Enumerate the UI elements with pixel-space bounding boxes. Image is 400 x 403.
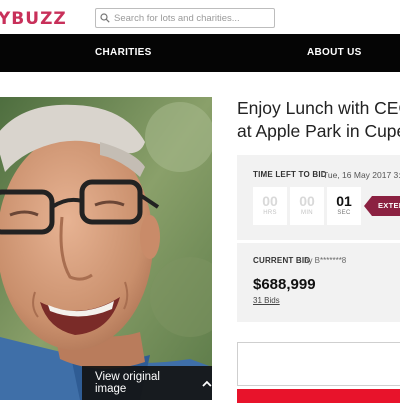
- lot-title-line: Enjoy Lunch with CEO: [237, 98, 400, 118]
- lot-title-line: at Apple Park in Cupe: [237, 121, 400, 141]
- countdown-minutes: 00 MIN: [290, 187, 324, 225]
- view-original-label: View original image: [95, 371, 160, 395]
- countdown-seconds-value: 01: [336, 193, 352, 209]
- main-nav: CHARITIES ABOUT US: [0, 34, 400, 72]
- countdown-seconds-unit: SEC: [337, 210, 351, 216]
- time-left-label: TIME LEFT TO BID: [253, 170, 327, 179]
- current-bid-label: CURRENT BID: [253, 256, 311, 265]
- panel-divider: [237, 240, 400, 243]
- countdown-hours-value: 00: [262, 193, 278, 209]
- nav-item-charities[interactable]: CHARITIES: [95, 47, 152, 58]
- search-box[interactable]: [95, 8, 275, 28]
- lot-title: Enjoy Lunch with CEO at Apple Park in Cu…: [237, 97, 400, 143]
- bid-count-link[interactable]: 31 Bids: [253, 296, 280, 305]
- portrait-image: [0, 97, 212, 400]
- countdown-hours: 00 HRS: [253, 187, 287, 225]
- top-bar: YBUZZ: [0, 0, 400, 34]
- view-original-image-button[interactable]: View original image: [82, 366, 212, 400]
- search-icon: [100, 13, 110, 23]
- countdown-seconds: 01 SEC: [327, 187, 361, 225]
- countdown-minutes-value: 00: [299, 193, 315, 209]
- lot-photo[interactable]: [0, 97, 212, 400]
- current-bidder: by B*******8: [304, 256, 347, 265]
- search-input[interactable]: [114, 12, 272, 24]
- extended-badge: EXTEN: [364, 196, 400, 216]
- site-logo[interactable]: YBUZZ: [0, 9, 67, 29]
- auction-end-date: Tue, 16 May 2017 3:0: [323, 170, 400, 180]
- place-bid-button[interactable]: [237, 389, 400, 403]
- bid-amount-input[interactable]: [237, 342, 400, 386]
- current-bid-amount: $688,999: [253, 276, 316, 293]
- countdown-hours-unit: HRS: [263, 210, 277, 216]
- countdown-minutes-unit: MIN: [301, 210, 313, 216]
- nav-item-about-us[interactable]: ABOUT US: [307, 47, 362, 58]
- chevron-up-icon: [202, 380, 212, 387]
